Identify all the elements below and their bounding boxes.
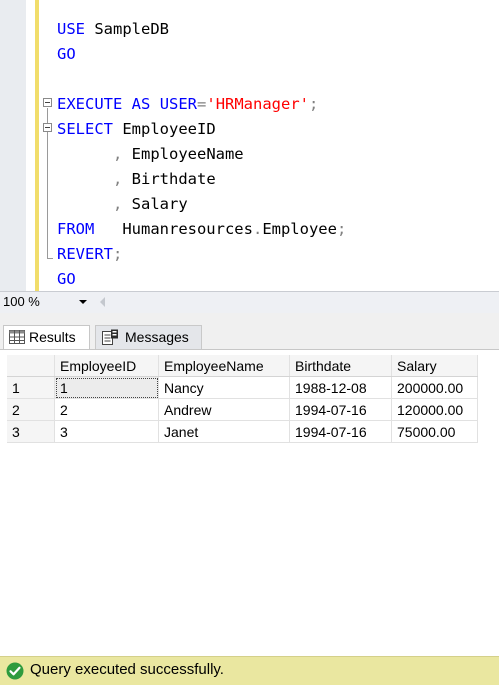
code-line[interactable]: , EmployeeName (57, 142, 244, 167)
scroll-left-icon[interactable] (100, 297, 105, 307)
column-header[interactable]: EmployeeName (158, 355, 290, 377)
status-message: Query executed successfully. (30, 661, 224, 678)
table-cell[interactable]: 75000.00 (391, 420, 478, 443)
code-token: EmployeeName (122, 145, 244, 163)
column-header[interactable]: Birthdate (289, 355, 392, 377)
table-row[interactable]: 3 3 Janet 1994-07-16 75000.00 (7, 420, 478, 443)
table-row[interactable]: 2 2 Andrew 1994-07-16 120000.00 (7, 398, 478, 421)
tab-results-label: Results (29, 329, 76, 345)
corner-cell[interactable] (7, 355, 55, 377)
tab-messages[interactable]: Messages (95, 325, 202, 349)
grid-icon (9, 330, 25, 344)
code-token: . (252, 220, 263, 238)
code-token: REVERT (57, 245, 113, 263)
code-token: FROM (57, 220, 95, 238)
code-token: AS (131, 95, 151, 113)
success-check-icon (6, 662, 24, 680)
table-row[interactable]: 1 1 Nancy 1988-12-08 200000.00 (7, 376, 478, 399)
zoom-level[interactable]: 100 % (3, 294, 40, 309)
collapse-execute-icon[interactable] (43, 98, 52, 107)
status-bar: Query executed successfully. (0, 656, 499, 685)
code-token: , (57, 170, 123, 188)
code-line[interactable]: FROM Humanresources.Employee; (57, 217, 346, 242)
code-line[interactable]: GO (57, 267, 76, 291)
column-header[interactable]: Salary (391, 355, 478, 377)
chevron-down-icon[interactable] (76, 296, 90, 308)
row-number[interactable]: 2 (7, 398, 55, 421)
code-token: , (57, 145, 123, 163)
code-line[interactable]: , Birthdate (57, 167, 216, 192)
code-token: 'HRManager' (206, 95, 310, 113)
code-token: USER (159, 95, 198, 113)
collapse-select-icon[interactable] (43, 123, 52, 132)
code-token: GO (57, 45, 76, 63)
code-token: , (57, 195, 123, 213)
table-cell[interactable]: 1994-07-16 (289, 398, 392, 421)
code-token: Employee (262, 220, 337, 238)
code-line[interactable]: , Salary (57, 192, 188, 217)
table-cell[interactable]: 3 (54, 420, 159, 443)
column-header[interactable]: EmployeeID (54, 355, 159, 377)
messages-icon (102, 329, 118, 345)
code-line[interactable]: USE SampleDB (57, 17, 169, 42)
zoom-bar: 100 % (0, 291, 499, 313)
row-number[interactable]: 3 (7, 420, 55, 443)
table-cell[interactable]: 1988-12-08 (289, 376, 392, 399)
code-token: Humanresources (94, 220, 253, 238)
table-cell[interactable]: Nancy (158, 376, 290, 399)
query-editor[interactable]: USE SampleDB GO EXECUTE AS USER='HRManag… (0, 0, 499, 291)
results-grid-area: EmployeeID EmployeeName Birthdate Salary… (0, 349, 499, 657)
code-token: Birthdate (122, 170, 216, 188)
code-line[interactable]: EXECUTE AS USER='HRManager'; (57, 92, 318, 117)
table-cell[interactable]: Andrew (158, 398, 290, 421)
code-token: ; (309, 95, 319, 113)
table-cell[interactable]: 1 (54, 376, 159, 399)
code-token: USE (57, 20, 85, 38)
header-row: EmployeeID EmployeeName Birthdate Salary (7, 355, 478, 377)
table-cell[interactable]: 200000.00 (391, 376, 478, 399)
code-token: SELECT (57, 120, 113, 138)
table-cell[interactable]: 2 (54, 398, 159, 421)
table-cell[interactable]: Janet (158, 420, 290, 443)
editor-gutter (0, 0, 26, 291)
code-token: = (197, 95, 207, 113)
tab-messages-label: Messages (125, 329, 189, 345)
code-token: Salary (122, 195, 188, 213)
code-token: ; (336, 220, 347, 238)
row-number[interactable]: 1 (7, 376, 55, 399)
results-tab-strip: Results Messages (0, 313, 499, 349)
code-token: EmployeeID (113, 120, 216, 138)
table-cell[interactable]: 120000.00 (391, 398, 478, 421)
code-token: EXECUTE (57, 95, 123, 113)
outline-guide-end (47, 258, 53, 259)
code-token: SampleDB (85, 20, 169, 38)
code-token: ; (113, 245, 123, 263)
table-cell[interactable]: 1994-07-16 (289, 420, 392, 443)
code-token: GO (57, 270, 76, 288)
code-line[interactable]: GO (57, 42, 76, 67)
results-grid: EmployeeID EmployeeName Birthdate Salary… (7, 355, 478, 443)
tab-results[interactable]: Results (3, 325, 90, 349)
change-tracking-bar (35, 0, 39, 291)
code-line[interactable]: SELECT EmployeeID (57, 117, 216, 142)
code-line[interactable]: REVERT; (57, 242, 122, 267)
